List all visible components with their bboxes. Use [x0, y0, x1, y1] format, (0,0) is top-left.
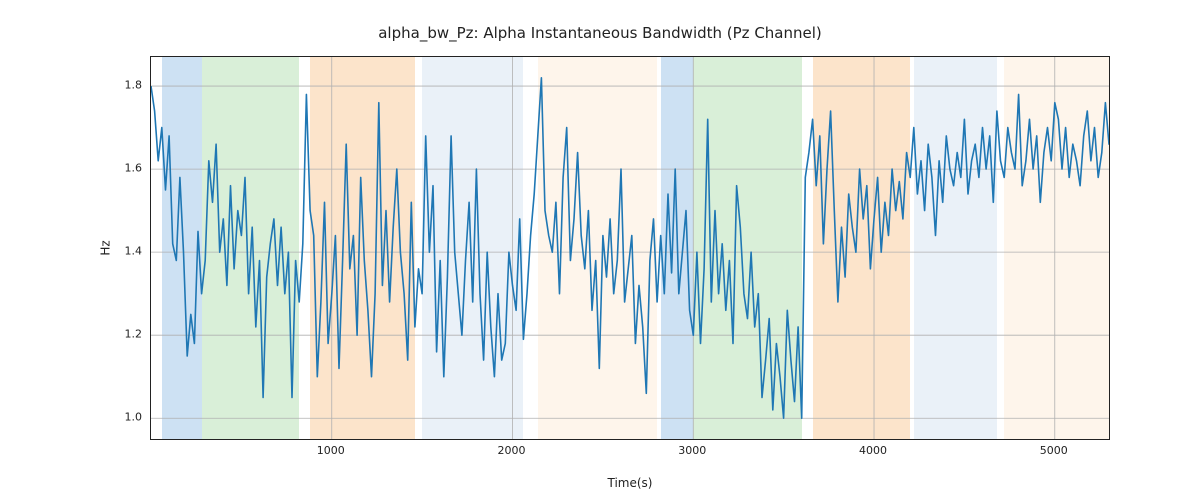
y-tick-label: 1.0 — [125, 411, 143, 424]
line-series — [151, 57, 1109, 439]
x-tick-label: 2000 — [498, 444, 526, 457]
x-tick-label: 3000 — [678, 444, 706, 457]
series-path — [151, 78, 1109, 418]
y-tick-label: 1.6 — [125, 162, 143, 175]
x-tick-label: 5000 — [1040, 444, 1068, 457]
y-tick-label: 1.8 — [125, 79, 143, 92]
y-tick-label: 1.4 — [125, 245, 143, 258]
figure: alpha_bw_Pz: Alpha Instantaneous Bandwid… — [0, 0, 1200, 500]
x-tick-label: 1000 — [317, 444, 345, 457]
x-ticks: 1000 2000 3000 4000 5000 — [150, 444, 1110, 464]
x-axis-label: Time(s) — [150, 476, 1110, 490]
y-ticks: 1.0 1.2 1.4 1.6 1.8 — [0, 56, 142, 440]
x-tick-label: 4000 — [859, 444, 887, 457]
plot-axes — [150, 56, 1110, 440]
y-tick-label: 1.2 — [125, 328, 143, 341]
chart-title: alpha_bw_Pz: Alpha Instantaneous Bandwid… — [0, 24, 1200, 42]
